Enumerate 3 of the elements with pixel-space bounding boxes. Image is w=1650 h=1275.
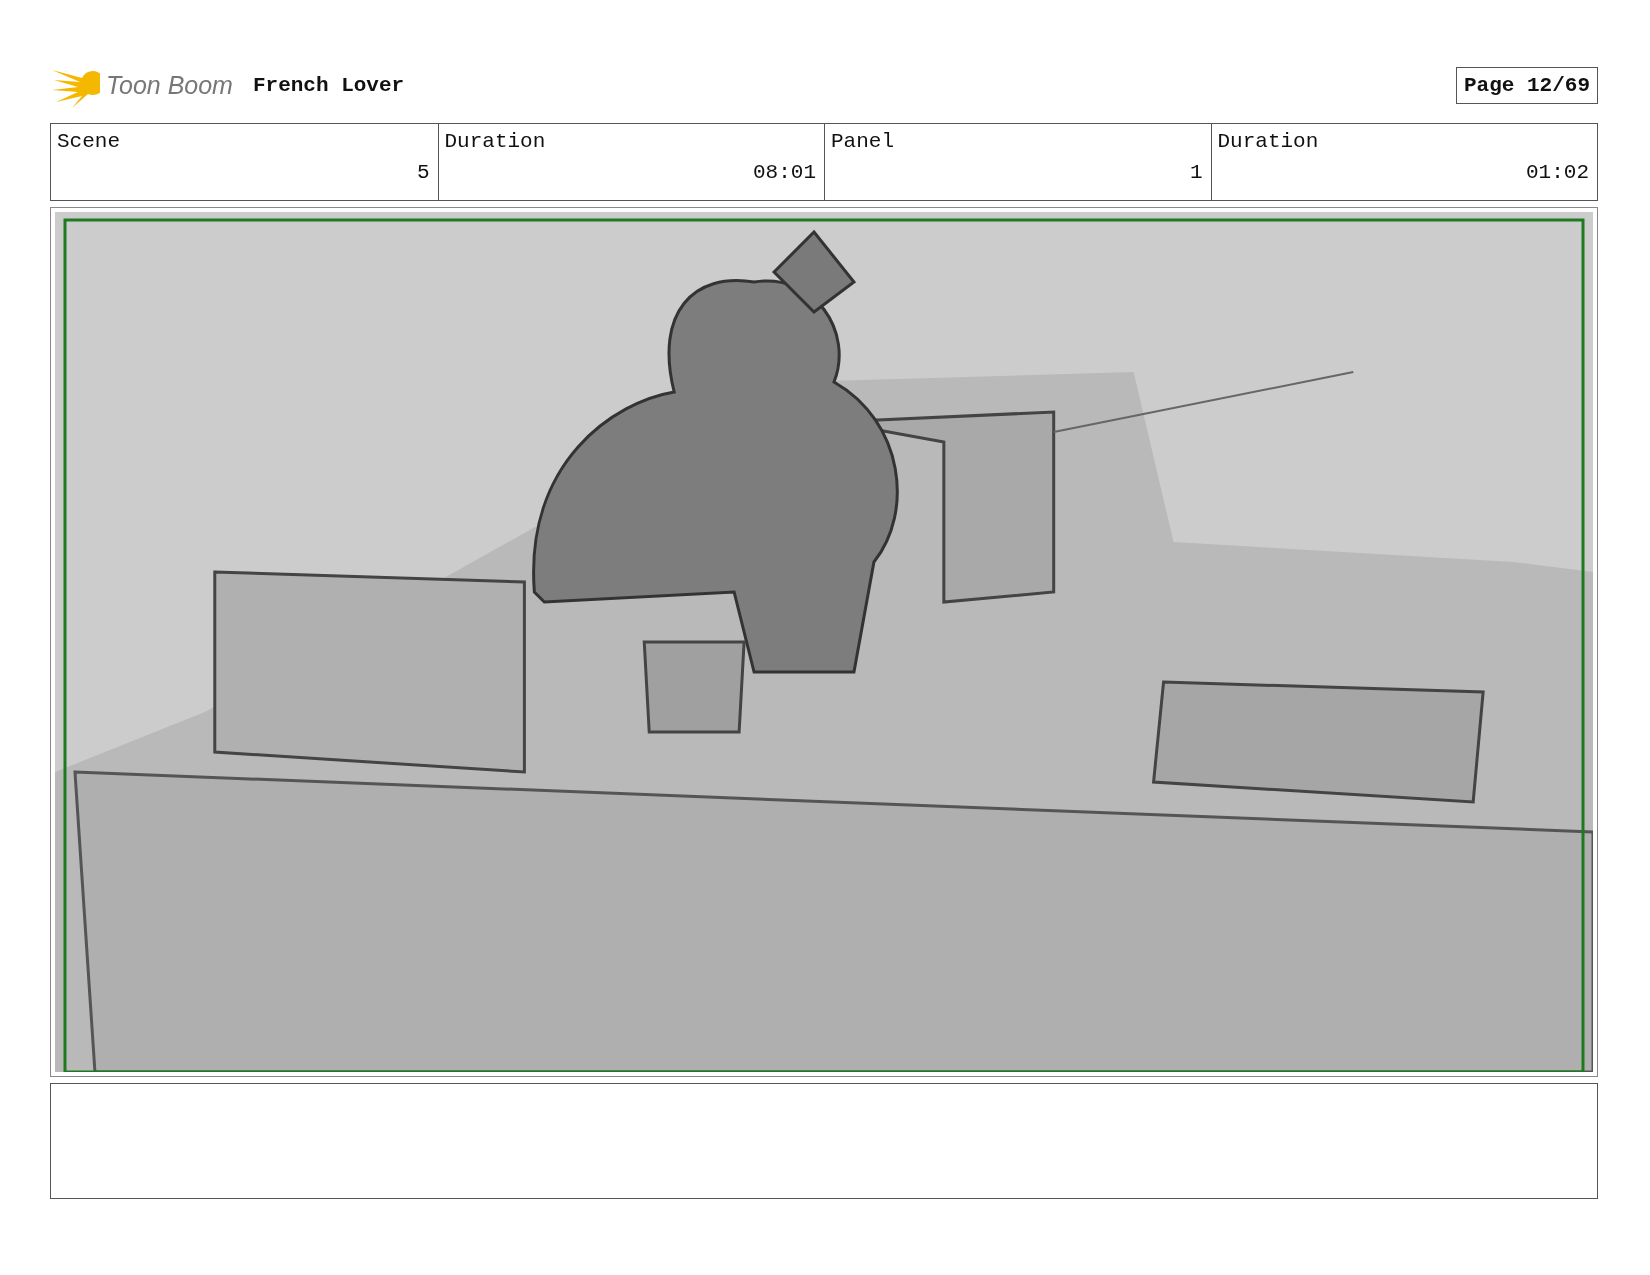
- page-number: Page 12/69: [1455, 66, 1598, 104]
- logo-text: Toon Boom: [106, 70, 233, 100]
- project-title: French Lover: [252, 73, 405, 97]
